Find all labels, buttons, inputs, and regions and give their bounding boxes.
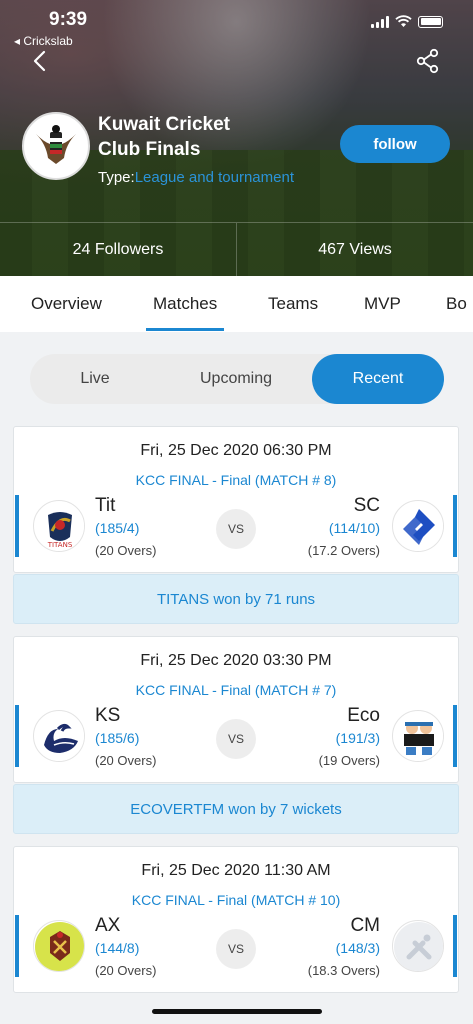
match-stage: KCC FINAL - Final (MATCH # 10) — [131, 892, 341, 908]
tab-mvp[interactable]: MVP — [364, 276, 401, 332]
team-a-overs: (20 Overs) — [95, 543, 157, 558]
team-a-score: (144/8) — [95, 940, 140, 956]
team-a-name: AX — [95, 915, 121, 936]
tournament-logo — [22, 112, 90, 180]
vs-badge: VS — [216, 509, 256, 549]
vs-badge: VS — [216, 719, 256, 759]
sc-logo — [392, 500, 444, 552]
tab-overview[interactable]: Overview — [31, 276, 102, 332]
match-stage: KCC FINAL - Final (MATCH # 7) — [135, 682, 337, 698]
match-date: Fri, 25 Dec 2020 03:30 PM — [140, 652, 332, 669]
team-a-score: (185/6) — [95, 730, 140, 746]
match-card[interactable]: Fri, 25 Dec 2020 06:30 PM KCC FINAL - Fi… — [13, 426, 459, 573]
swan-logo — [33, 710, 85, 762]
ecovertfm-logo — [392, 710, 444, 762]
segment-live[interactable]: Live — [30, 354, 160, 404]
match-result: ECOVERTFM won by 7 wickets — [13, 784, 459, 834]
back-to-app-link[interactable]: ◂ Crickslab — [14, 34, 73, 48]
tournament-title: Kuwait Cricket Club Finals — [98, 114, 230, 160]
signal-icon — [371, 15, 389, 28]
team-a-name: KS — [95, 705, 121, 726]
team-a-overs: (20 Overs) — [95, 753, 157, 768]
team-b-score: (191/3) — [335, 730, 380, 746]
team-b-overs: (17.2 Overs) — [307, 543, 380, 558]
segment-recent[interactable]: Recent — [312, 354, 444, 404]
battery-icon — [418, 15, 443, 28]
vs-badge: VS — [216, 929, 256, 969]
ax-logo — [33, 920, 85, 972]
team-b-name: CM — [350, 915, 380, 936]
tab-more[interactable]: Bo — [446, 276, 467, 332]
tab-bar: Overview Matches Teams MVP Bo — [0, 276, 473, 332]
team-b-overs: (19 Overs) — [318, 753, 380, 768]
team-b-score: (148/3) — [335, 940, 380, 956]
tab-matches[interactable]: Matches — [146, 276, 225, 332]
svg-text:TITANS: TITANS — [47, 541, 73, 549]
match-date: Fri, 25 Dec 2020 06:30 PM — [140, 442, 332, 459]
tournament-header: 9:39 ◂ Crickslab Kuwait Cricket Club Fin… — [0, 0, 473, 276]
status-time: 9:39 — [49, 9, 88, 30]
views-count: 467 Views — [236, 223, 473, 276]
team-a-score: (185/4) — [95, 520, 140, 536]
match-result: TITANS won by 71 runs — [13, 574, 459, 624]
status-bar: 9:39 ◂ Crickslab — [0, 0, 473, 48]
team-b-overs: (18.3 Overs) — [307, 963, 380, 978]
match-card[interactable]: Fri, 25 Dec 2020 03:30 PM KCC FINAL - Fi… — [13, 636, 459, 783]
tab-teams[interactable]: Teams — [268, 276, 318, 332]
team-a-overs: (20 Overs) — [95, 963, 157, 978]
team-b-name: SC — [353, 495, 380, 516]
match-card[interactable]: Fri, 25 Dec 2020 11:30 AM KCC FINAL - Fi… — [13, 846, 459, 993]
share-icon[interactable] — [415, 48, 441, 74]
titans-logo: TITANS — [33, 500, 85, 552]
tournament-type: Type:League and tournament — [98, 169, 294, 186]
cricket-placeholder-icon — [392, 920, 444, 972]
team-b-name: Eco — [347, 705, 380, 726]
team-a-name: Tit — [95, 495, 116, 516]
match-date: Fri, 25 Dec 2020 11:30 AM — [141, 862, 331, 879]
team-b-score: (114/10) — [328, 520, 380, 536]
home-indicator[interactable] — [152, 1009, 322, 1014]
follow-button[interactable]: follow — [340, 125, 450, 163]
match-stage: KCC FINAL - Final (MATCH # 8) — [135, 472, 337, 488]
back-arrow-icon[interactable] — [28, 48, 54, 74]
tournament-stats: 24 Followers 467 Views — [0, 222, 473, 276]
followers-count[interactable]: 24 Followers — [0, 223, 236, 276]
match-filter-segmented: Live Upcoming Recent — [30, 354, 444, 404]
tournament-type-link[interactable]: League and tournament — [135, 169, 294, 186]
segment-upcoming[interactable]: Upcoming — [160, 354, 312, 404]
wifi-icon — [395, 15, 412, 27]
